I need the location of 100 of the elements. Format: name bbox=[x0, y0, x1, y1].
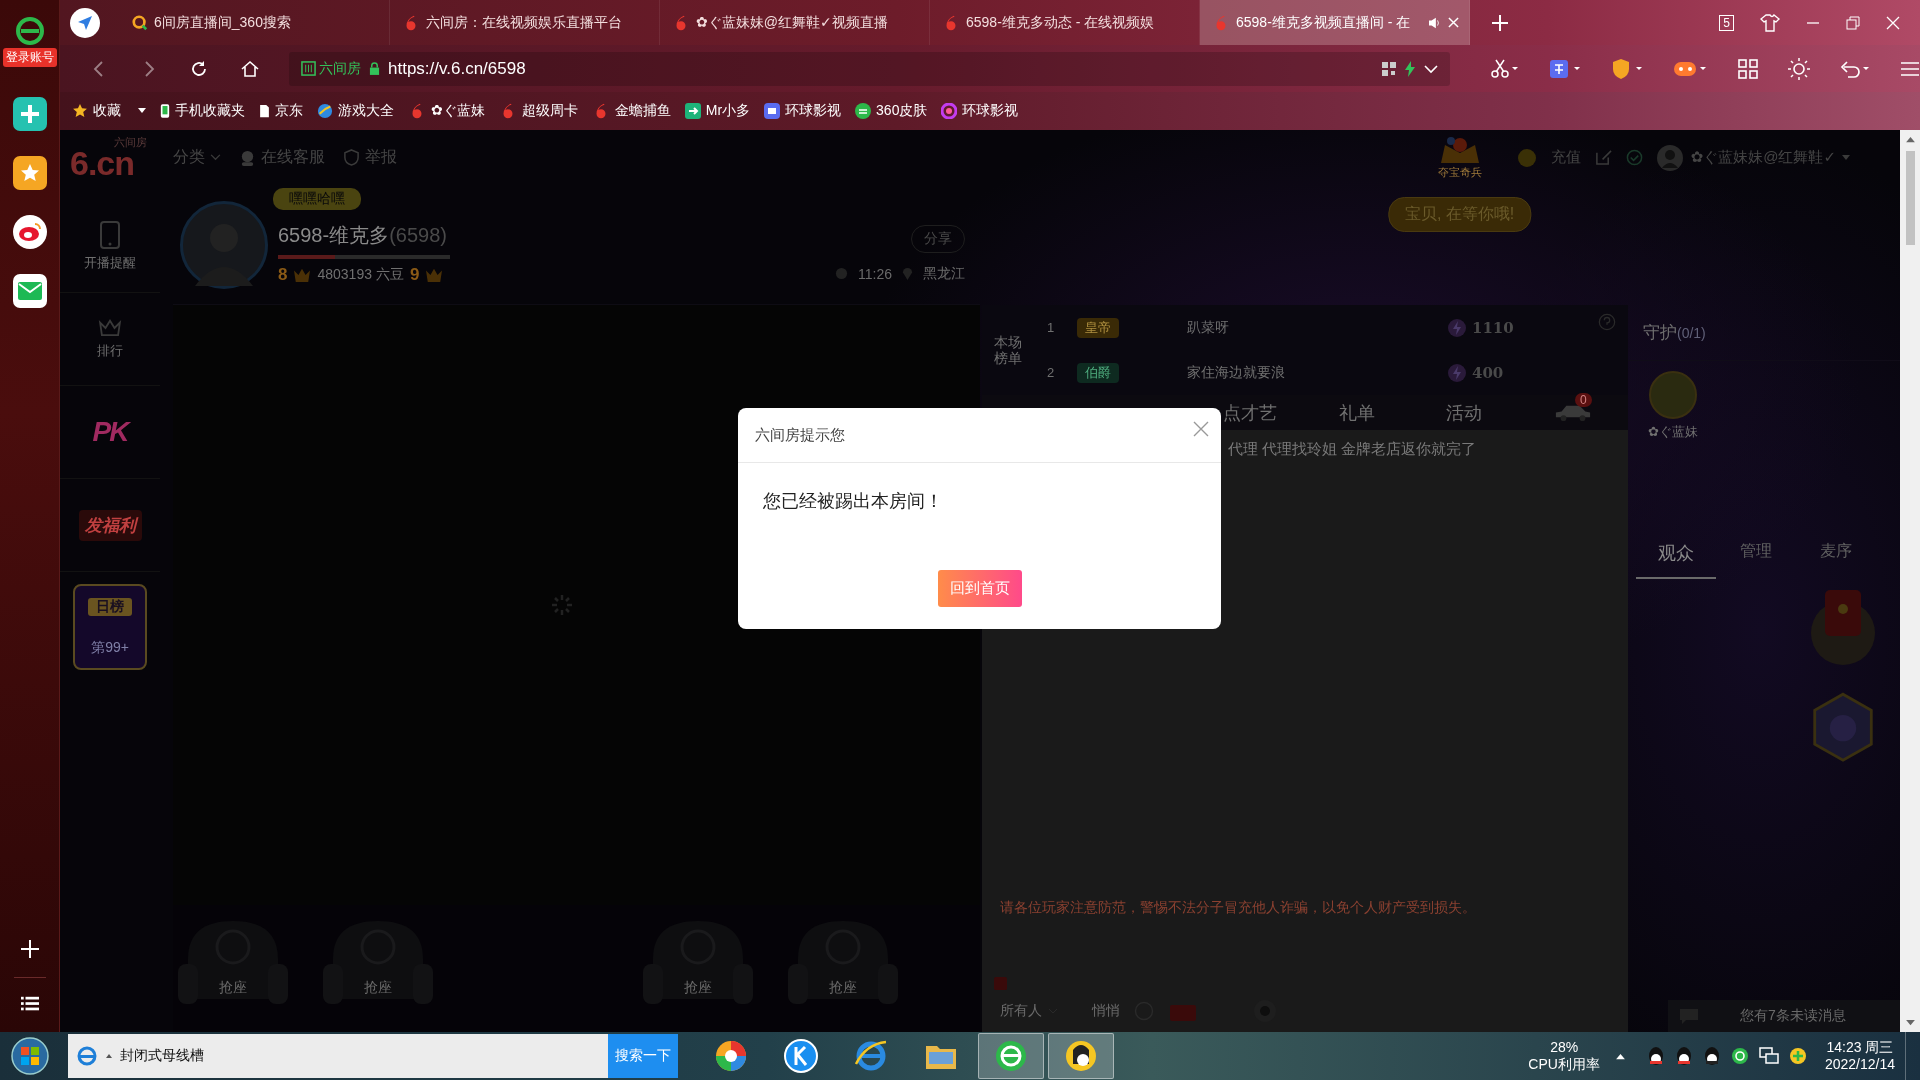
grid-icon[interactable] bbox=[1738, 58, 1758, 79]
menu-icon[interactable] bbox=[1900, 60, 1920, 77]
scroll-up-icon[interactable] bbox=[1905, 136, 1915, 143]
k-logo-icon bbox=[783, 1038, 819, 1074]
nav-item[interactable]: 开播提醒 bbox=[84, 253, 136, 272]
clock-time: 14:23 周三 bbox=[1826, 1038, 1894, 1056]
bolt-icon[interactable] bbox=[1404, 60, 1416, 77]
scrollbar-thumb[interactable] bbox=[1905, 151, 1915, 245]
penguin-icon[interactable] bbox=[1674, 1046, 1693, 1066]
penguin-icon[interactable] bbox=[1702, 1046, 1721, 1066]
nav-link[interactable]: 分类 bbox=[173, 147, 205, 168]
navigation-icon[interactable] bbox=[70, 7, 100, 38]
caret-icon[interactable] bbox=[138, 108, 146, 114]
user-name: 趴菜呀 bbox=[1187, 318, 1230, 337]
location-pin-icon bbox=[902, 267, 913, 280]
tab-title: 6间房直播间_360搜索 bbox=[154, 13, 292, 32]
plus-circle-icon[interactable] bbox=[1788, 1047, 1807, 1065]
username-link[interactable]: ✿ぐ蓝妹妹@红舞鞋✓ bbox=[1690, 148, 1836, 167]
tv-icon bbox=[764, 103, 781, 119]
chat-tab[interactable]: 活动 bbox=[1410, 400, 1517, 425]
new-tab-icon[interactable] bbox=[1492, 14, 1508, 31]
weibo-icon[interactable] bbox=[12, 215, 47, 249]
restore-icon[interactable] bbox=[1846, 15, 1860, 30]
plus-icon[interactable] bbox=[19, 939, 40, 959]
nav-item[interactable]: PK bbox=[92, 416, 128, 448]
unread-notification[interactable]: 您有7条未读消息 bbox=[1668, 1000, 1900, 1032]
dialog-message: 您已经被踢出本房间！ bbox=[762, 490, 944, 513]
search-button[interactable]: 搜索一下 bbox=[608, 1034, 678, 1078]
network-icon[interactable] bbox=[1758, 1047, 1779, 1065]
globe-icon bbox=[317, 103, 333, 119]
qr-icon[interactable] bbox=[1382, 61, 1396, 76]
whisper-toggle[interactable]: 悄悄 bbox=[1092, 1002, 1120, 1020]
search-field[interactable]: 封闭式母线槽 bbox=[68, 1034, 608, 1078]
lock-icon bbox=[369, 62, 380, 75]
address-field[interactable]: 六间房 https://v.6.cn/6598 bbox=[289, 51, 1450, 86]
grab-seat-link[interactable]: 抢座 bbox=[684, 978, 712, 997]
bookmark-link[interactable]: 环球影视 bbox=[962, 102, 1019, 120]
crown-icon bbox=[425, 267, 444, 283]
logo-caption: 六间房 bbox=[114, 137, 147, 148]
lightning-icon bbox=[1447, 362, 1467, 383]
list-icon[interactable] bbox=[20, 996, 39, 1012]
speaker-icon bbox=[1428, 16, 1442, 29]
bookmark-link[interactable]: 360皮肤 bbox=[876, 102, 928, 120]
bookmark-link[interactable]: 超级周卡 bbox=[521, 102, 578, 120]
bookmark-link[interactable]: 金蟾捕鱼 bbox=[614, 102, 671, 120]
phone-icon bbox=[160, 103, 170, 119]
home-icon[interactable] bbox=[239, 58, 260, 79]
grab-seat-link[interactable]: 抢座 bbox=[219, 978, 247, 997]
bean-count: 4803193 六豆 bbox=[317, 266, 404, 284]
home-button[interactable]: 回到首页 bbox=[937, 570, 1022, 607]
shirt-icon[interactable] bbox=[1760, 13, 1780, 32]
bookmark-link[interactable]: 手机收藏夹 bbox=[175, 102, 245, 120]
user-name: 家住海边就要浪 bbox=[1187, 363, 1286, 382]
grab-seat-link[interactable]: 抢座 bbox=[364, 978, 392, 997]
lightning-icon bbox=[1447, 317, 1467, 338]
ranking-title[interactable]: 本场榜单 bbox=[992, 333, 1024, 367]
shield-icon bbox=[301, 61, 316, 76]
audience-tab[interactable]: 麦序 bbox=[1796, 541, 1876, 579]
shield-coin-icon[interactable] bbox=[1612, 58, 1644, 79]
bookmark-link[interactable]: 游戏大全 bbox=[338, 102, 394, 120]
coin-icon bbox=[1516, 147, 1537, 168]
start-icon[interactable] bbox=[10, 1036, 50, 1076]
daily-rank-card[interactable]: 日榜 第99+ bbox=[73, 584, 147, 670]
bookmark-link[interactable]: 收藏 bbox=[93, 102, 121, 120]
scissors-icon[interactable] bbox=[1490, 58, 1520, 79]
scroll-down-icon[interactable] bbox=[1905, 1019, 1915, 1026]
close-icon[interactable] bbox=[1193, 421, 1209, 437]
mail-icon[interactable] bbox=[12, 274, 47, 308]
tab-counter[interactable]: 5 bbox=[1719, 14, 1734, 31]
circle-e-icon bbox=[855, 103, 872, 119]
location-label: 黑龙江 bbox=[923, 264, 965, 283]
grab-seat-link[interactable]: 抢座 bbox=[829, 978, 857, 997]
cross-icon[interactable] bbox=[12, 97, 47, 131]
undo-icon[interactable] bbox=[1840, 58, 1870, 79]
guard-name: ✿ぐ蓝妹 bbox=[1648, 423, 1698, 441]
nav-item[interactable]: 排行 bbox=[97, 341, 123, 360]
browser-tab[interactable]: 6598-维克多视频直播间 - 在 bbox=[1200, 0, 1470, 45]
recipient-selector[interactable]: 所有人 bbox=[1000, 1002, 1042, 1020]
brightness-icon[interactable] bbox=[1788, 57, 1810, 80]
translate-icon[interactable] bbox=[1550, 58, 1582, 79]
url-text: https://v.6.cn/6598 bbox=[388, 58, 527, 79]
tray-arrow-icon[interactable] bbox=[1615, 1052, 1625, 1060]
audience-tab[interactable]: 管理 bbox=[1716, 541, 1796, 579]
refresh-circle-icon[interactable] bbox=[1730, 1047, 1749, 1065]
check-circle-icon[interactable] bbox=[1625, 149, 1643, 166]
cpu-label: CPU利用率 bbox=[1528, 1056, 1600, 1073]
tab-title: ✿ぐ蓝妹妹@红舞鞋✓视频直播 bbox=[696, 13, 889, 32]
audience-tab[interactable]: 观众 bbox=[1636, 541, 1716, 579]
bookmark-link[interactable]: 京东 bbox=[275, 102, 303, 120]
rank-value: 第99+ bbox=[91, 638, 129, 657]
bookmark-link[interactable]: 环球影视 bbox=[785, 102, 842, 120]
guard-title: 守护 bbox=[1643, 322, 1677, 344]
bookmark-link[interactable]: Mr小多 bbox=[705, 102, 751, 120]
account-button[interactable]: 登录账号 bbox=[2, 48, 57, 67]
chat-tab[interactable]: 礼单 bbox=[1303, 400, 1410, 425]
nav-item[interactable]: 发福利 bbox=[78, 509, 142, 541]
nav-link[interactable]: 举报 bbox=[365, 147, 397, 168]
phone-icon bbox=[100, 220, 120, 249]
bookmark-link[interactable]: ✿ぐ蓝妹 bbox=[431, 102, 485, 120]
penguin-icon[interactable] bbox=[1646, 1046, 1665, 1066]
